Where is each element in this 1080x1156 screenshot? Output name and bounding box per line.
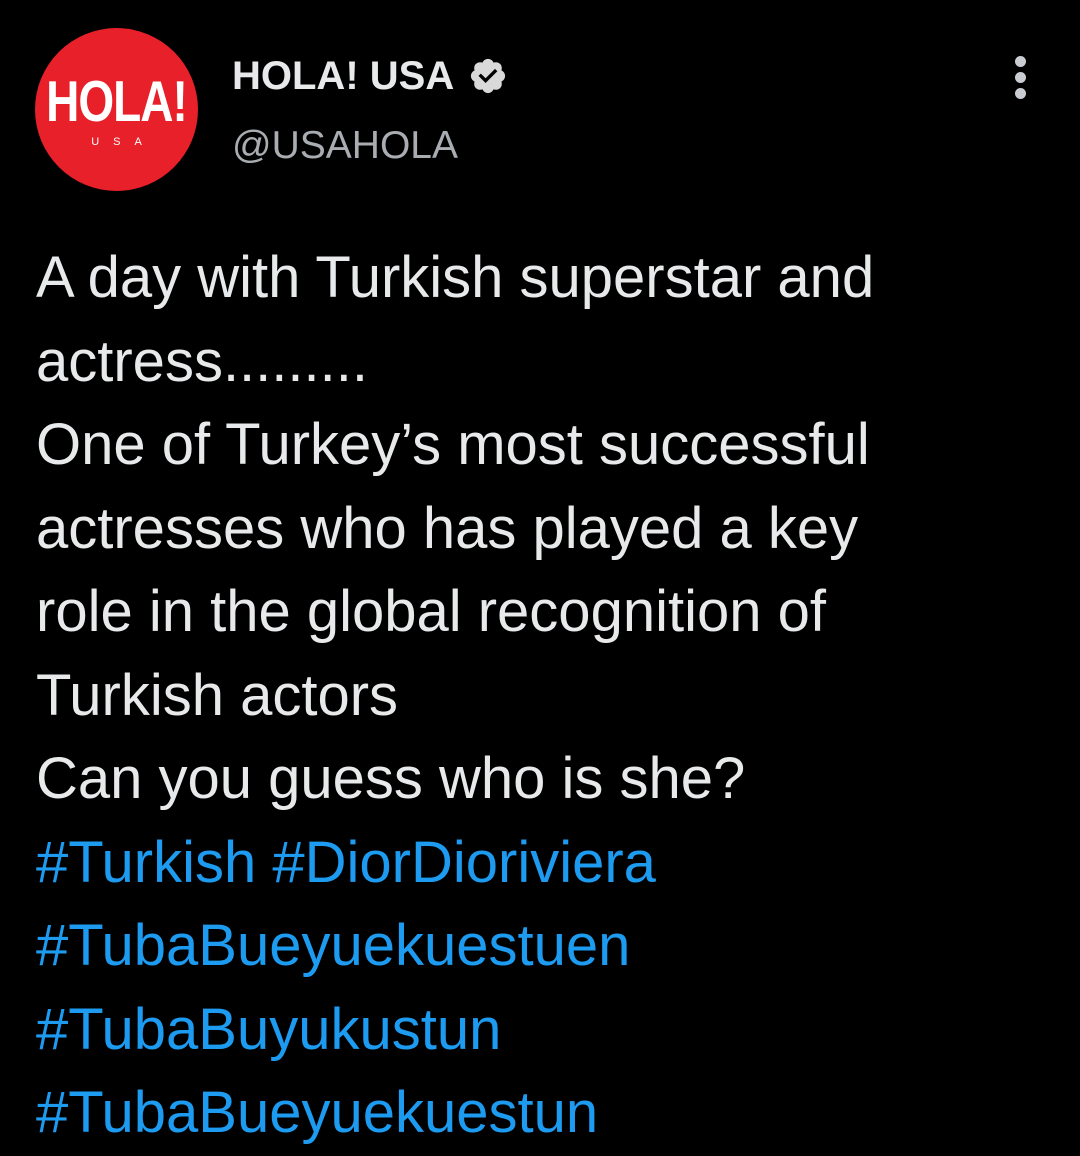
hashtag-link[interactable]: #TubaBuyukustun: [36, 997, 501, 1062]
avatar-sub-text: USA: [91, 136, 156, 148]
verified-badge-icon: [468, 56, 508, 96]
hashtag-line: #TubaBueyuekuestuen: [36, 904, 1056, 988]
hashtag-line: #Turkish #DiorDioriviera: [36, 821, 1056, 905]
tweet-text: A day with Turkish superstar and actress…: [36, 236, 1056, 1155]
hashtag-link[interactable]: #DiorDioriviera: [272, 830, 656, 895]
tweet-text-line: A day with Turkish superstar and: [36, 245, 875, 310]
hashtag-link[interactable]: #TubaBueyuekuestun: [36, 1080, 598, 1145]
tweet-text-line: One of Turkey’s most successful: [36, 412, 870, 477]
hashtag-line: #TubaBuyukustun: [36, 988, 1056, 1072]
hashtag-link[interactable]: #Turkish: [36, 830, 256, 895]
tweet-text-line: Can you guess who is she?: [36, 746, 746, 811]
avatar[interactable]: HOLA! USA: [35, 28, 198, 191]
tweet-text-line: Turkish actors: [36, 662, 399, 728]
display-name[interactable]: HOLA! USA: [232, 54, 454, 99]
avatar-logo-text: HOLA!: [46, 68, 188, 134]
hashtag-line: #TubaBueyuekuestun: [36, 1071, 1056, 1155]
author-name-row: HOLA! USA: [232, 48, 508, 104]
tweet-text-line: actress.........: [36, 328, 368, 394]
hashtag-link[interactable]: #TubaBueyuekuestuen: [36, 913, 630, 978]
more-vertical-icon[interactable]: [1006, 52, 1036, 104]
tweet: HOLA! USA HOLA! USA @USAHOLA A day with …: [0, 0, 1080, 1156]
tweet-text-line: role in the global recognition of: [36, 579, 826, 644]
tweet-text-line: actresses who has played a key: [36, 495, 859, 561]
author-handle[interactable]: @USAHOLA: [232, 124, 458, 168]
